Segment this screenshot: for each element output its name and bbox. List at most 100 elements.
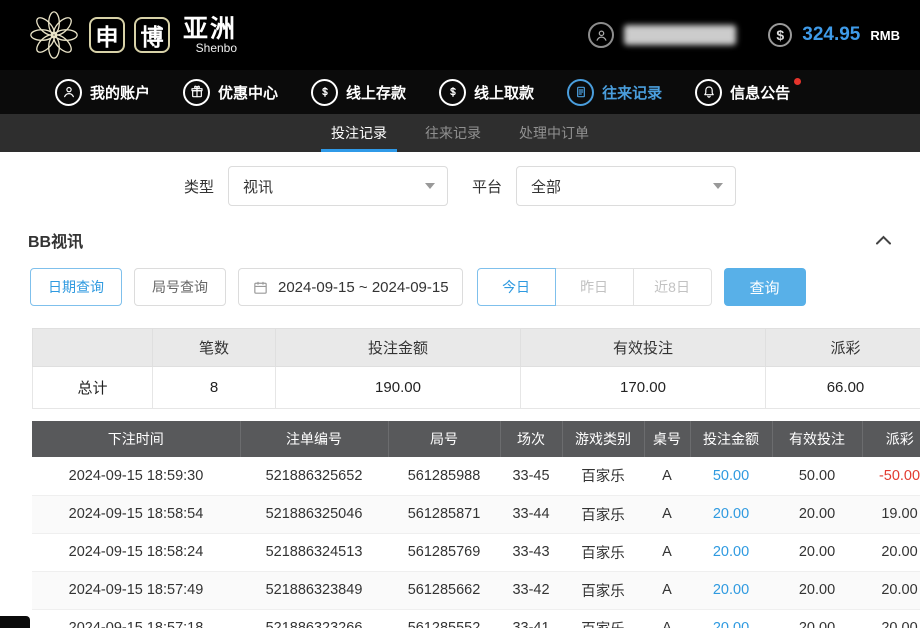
cell-valid-bet: 20.00 bbox=[772, 571, 862, 609]
cell-valid-bet: 20.00 bbox=[772, 609, 862, 628]
section-head: BB视讯 bbox=[28, 228, 892, 252]
query-bar: 日期查询 局号查询 2024-09-15 ~ 2024-09-15 今日 昨日 … bbox=[30, 268, 920, 306]
floating-widget[interactable] bbox=[0, 616, 30, 628]
user-avatar-icon[interactable] bbox=[588, 22, 614, 48]
tab-transaction-records[interactable]: 往来记录 bbox=[423, 114, 483, 152]
today-button[interactable]: 今日 bbox=[477, 268, 556, 306]
nav-item-announcements[interactable]: 信息公告 bbox=[695, 79, 790, 106]
cell-round-no: 561285769 bbox=[388, 533, 500, 571]
tab-processing-orders[interactable]: 处理中订单 bbox=[517, 114, 591, 152]
quick-range-group: 今日 昨日 近8日 bbox=[477, 268, 712, 306]
balance-currency: RMB bbox=[870, 28, 900, 43]
chevron-down-icon bbox=[425, 183, 435, 189]
balance-amount: 324.95 bbox=[802, 24, 860, 46]
yesterday-button[interactable]: 昨日 bbox=[555, 268, 634, 306]
cell-payout: -50.00 bbox=[862, 457, 920, 495]
cell-game-type: 百家乐 bbox=[562, 609, 644, 628]
total-label: 总计 bbox=[33, 367, 153, 409]
last8days-button[interactable]: 近8日 bbox=[633, 268, 712, 306]
bet-amount-link[interactable]: 20.00 bbox=[713, 582, 749, 598]
cell-payout: 20.00 bbox=[862, 533, 920, 571]
cell-bet-time: 2024-09-15 18:59:30 bbox=[32, 457, 240, 495]
cell-bet-amount: 20.00 bbox=[690, 609, 772, 628]
date-query-button[interactable]: 日期查询 bbox=[30, 268, 122, 306]
total-bet-amount: 190.00 bbox=[276, 367, 521, 409]
col-header-bet-amount: 投注金额 bbox=[690, 421, 772, 457]
cell-payout: 19.00 bbox=[862, 495, 920, 533]
bet-records-table: 下注时间 注单编号 局号 场次 游戏类别 桌号 投注金额 有效投注 派彩 202… bbox=[32, 421, 920, 628]
logo-char-bo: 博 bbox=[134, 17, 170, 53]
cell-bet-time: 2024-09-15 18:57:49 bbox=[32, 571, 240, 609]
col-header-valid-bet: 有效投注 bbox=[772, 421, 862, 457]
col-header-blank bbox=[33, 329, 153, 367]
total-payout: 66.00 bbox=[766, 367, 920, 409]
username-redacted[interactable] bbox=[624, 25, 736, 45]
logo[interactable]: 申 博 亚洲 Shenbo bbox=[28, 9, 237, 61]
cell-valid-bet: 50.00 bbox=[772, 457, 862, 495]
collapse-chevron-icon[interactable] bbox=[875, 234, 892, 246]
cell-game-type: 百家乐 bbox=[562, 495, 644, 533]
date-range-input[interactable]: 2024-09-15 ~ 2024-09-15 bbox=[238, 268, 463, 306]
round-query-button[interactable]: 局号查询 bbox=[134, 268, 226, 306]
payout-value: -50.00 bbox=[879, 468, 920, 484]
type-label: 类型 bbox=[184, 176, 214, 197]
search-button[interactable]: 查询 bbox=[724, 268, 806, 306]
cell-bet-id: 521886325652 bbox=[240, 457, 388, 495]
logo-char-shen: 申 bbox=[89, 17, 125, 53]
top-header: 申 博 亚洲 Shenbo $ 324.95 RMB bbox=[0, 0, 920, 70]
cell-session: 33-45 bbox=[500, 457, 562, 495]
payout-value: 19.00 bbox=[881, 506, 917, 522]
cell-bet-id: 521886323849 bbox=[240, 571, 388, 609]
col-header-game-type: 游戏类别 bbox=[562, 421, 644, 457]
col-header-payout: 派彩 bbox=[862, 421, 920, 457]
summary-table: 笔数 投注金额 有效投注 派彩 总计 8 190.00 170.00 66.00 bbox=[32, 328, 920, 409]
nav-item-transaction-records[interactable]: 往来记录 bbox=[567, 79, 662, 106]
table-row: 2024-09-15 18:59:30 521886325652 5612859… bbox=[32, 457, 920, 495]
platform-select-value: 全部 bbox=[531, 176, 561, 197]
cell-bet-id: 521886324513 bbox=[240, 533, 388, 571]
account-area: $ 324.95 RMB bbox=[588, 22, 906, 48]
cell-bet-amount: 20.00 bbox=[690, 533, 772, 571]
payout-value: 20.00 bbox=[881, 544, 917, 560]
platform-select[interactable]: 全部 bbox=[516, 166, 736, 206]
cell-valid-bet: 20.00 bbox=[772, 533, 862, 571]
col-header-count: 笔数 bbox=[153, 329, 276, 367]
lotus-logo-icon bbox=[28, 9, 80, 61]
cell-table-no: A bbox=[644, 571, 690, 609]
cell-bet-amount: 20.00 bbox=[690, 571, 772, 609]
table-row: 2024-09-15 18:58:54 521886325046 5612858… bbox=[32, 495, 920, 533]
cell-bet-id: 521886325046 bbox=[240, 495, 388, 533]
tab-betting-records[interactable]: 投注记录 bbox=[329, 114, 389, 152]
nav-item-my-account[interactable]: 我的账户 bbox=[55, 79, 150, 106]
cell-game-type: 百家乐 bbox=[562, 457, 644, 495]
calendar-icon bbox=[252, 279, 269, 296]
nav-item-online-deposit[interactable]: 线上存款 bbox=[311, 79, 406, 106]
cell-game-type: 百家乐 bbox=[562, 571, 644, 609]
cell-bet-id: 521886323266 bbox=[240, 609, 388, 628]
col-header-payout: 派彩 bbox=[766, 329, 920, 367]
bet-amount-link[interactable]: 20.00 bbox=[713, 620, 749, 628]
main-nav: 我的账户 优惠中心 线上存款 线上取款 往来记录 bbox=[0, 70, 920, 114]
total-valid-bet: 170.00 bbox=[521, 367, 766, 409]
nav-item-online-withdrawal[interactable]: 线上取款 bbox=[439, 79, 534, 106]
logo-region: 亚洲 bbox=[183, 16, 237, 42]
user-icon bbox=[55, 79, 82, 106]
cell-table-no: A bbox=[644, 495, 690, 533]
sub-nav: 投注记录 往来记录 处理中订单 bbox=[0, 114, 920, 152]
chevron-down-icon bbox=[713, 183, 723, 189]
logo-subtitle: Shenbo bbox=[196, 42, 237, 55]
notification-dot bbox=[794, 78, 801, 85]
col-header-bet-time: 下注时间 bbox=[32, 421, 240, 457]
date-range-value: 2024-09-15 ~ 2024-09-15 bbox=[278, 279, 449, 296]
type-filter: 类型 视讯 bbox=[184, 166, 448, 206]
type-select[interactable]: 视讯 bbox=[228, 166, 448, 206]
bet-amount-link[interactable]: 50.00 bbox=[713, 468, 749, 484]
bet-amount-link[interactable]: 20.00 bbox=[713, 544, 749, 560]
cell-session: 33-41 bbox=[500, 609, 562, 628]
table-row: 2024-09-15 18:57:49 521886323849 5612856… bbox=[32, 571, 920, 609]
bet-amount-link[interactable]: 20.00 bbox=[713, 506, 749, 522]
col-header-valid-bet: 有效投注 bbox=[521, 329, 766, 367]
nav-item-promotions[interactable]: 优惠中心 bbox=[183, 79, 278, 106]
payout-value: 20.00 bbox=[881, 582, 917, 598]
summary-total-row: 总计 8 190.00 170.00 66.00 bbox=[33, 367, 920, 409]
